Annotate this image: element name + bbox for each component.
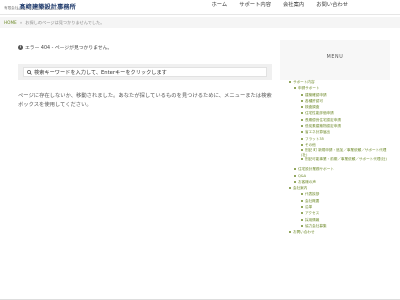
search-box: 検索キーワードを入力して、Enterキーをクリックします [18, 64, 272, 80]
bullet-icon [289, 81, 291, 83]
bullet-icon [301, 149, 303, 152]
bullet-icon [301, 106, 303, 109]
site-header: 有限会社 髙﨑建築設計事務所 Takasaki Architecture & A… [0, 0, 400, 15]
bullet-icon [301, 137, 303, 140]
bullet-icon [301, 158, 303, 161]
sidebar-menu: サポート内容申請サポート 建築確認申請 各種許認可検査調査 住宅性能評価申請 長期優良住… [280, 79, 392, 236]
bullet-icon [301, 193, 303, 196]
sidebar-item-label: 建築確認申請 [305, 92, 327, 97]
bullet-icon [294, 87, 296, 90]
sidebar-item-label: 申請サポート [298, 86, 320, 91]
sidebar-item-label: 会社案内 [293, 186, 308, 191]
sidebar-item-label: 検査調査 [305, 105, 320, 110]
sidebar-item-label: その他 [305, 142, 316, 147]
sidebar-item-label: 各種許認可 [305, 98, 323, 103]
sidebar-item-label: お客様の声 [298, 179, 316, 184]
bullet-icon [294, 180, 296, 183]
sidebar-item-label: 協力会社募集 [305, 223, 327, 228]
info-icon: ! [18, 45, 23, 50]
bullet-icon [301, 93, 303, 96]
bullet-icon [301, 212, 303, 215]
bullet-icon [301, 206, 303, 209]
breadcrumb-home-link[interactable]: HOME [4, 20, 17, 26]
breadcrumb-separator: » [19, 20, 23, 25]
sidebar-item-label: サポート内容 [293, 80, 315, 84]
sidebar-item-label: 会社概要 [305, 198, 320, 203]
sidebar-item-label: 代表挨拶 [305, 192, 320, 197]
nav-company[interactable]: 会社案内 [283, 1, 304, 9]
nav-home[interactable]: ホーム [211, 1, 227, 9]
sidebar-item-label: 採用情報 [305, 217, 320, 222]
sidebar-item-label: 別記可能事業・前期／事業依頼／サポート代理(社) [305, 157, 387, 162]
search-icon [27, 69, 32, 75]
bullet-icon [289, 231, 291, 234]
sidebar-item[interactable]: 別記 町 新規申請・追加／事業依頼／サポート代理(社) [280, 148, 392, 157]
sidebar-item-label: 沿革 [305, 205, 313, 210]
not-found-message: ページに存在しないか、移動されました。あなたが探しているものを見つけるために、メ… [18, 93, 272, 108]
nav-support[interactable]: サポート内容 [239, 1, 271, 9]
main-nav: ホーム サポート内容 会社案内 お問い合わせ [211, 1, 348, 9]
bullet-icon [301, 99, 303, 102]
sidebar-item-label: 別記 町 新規申請・追加／事業依頼／サポート代理(社) [301, 148, 387, 157]
sidebar-item[interactable]: お問い合わせ [280, 229, 392, 235]
sidebar-title: MENU [326, 55, 344, 60]
bullet-icon [301, 143, 303, 146]
sidebar-item-label: 住宅設計業務サポート [298, 167, 334, 172]
bullet-icon [301, 125, 303, 128]
sidebar-header: MENU [280, 40, 390, 80]
sidebar-item-label: 長期優良住宅認定申請 [305, 117, 341, 122]
breadcrumb-current: お探しのページは見つかりませんでした。 [25, 20, 105, 25]
sidebar-item-label: アクセス [305, 211, 320, 216]
error-text: エラー 404 - ページが見つかりません。 [25, 46, 113, 51]
sidebar-item-label: 低炭素建築物認定申請 [305, 124, 341, 129]
logo-subtitle: Takasaki Architecture & Associates [17, 8, 63, 11]
sidebar-item-label: 省エネ計算届出 [305, 130, 331, 135]
bullet-icon [301, 218, 303, 221]
nav-contact[interactable]: お問い合わせ [316, 1, 348, 9]
sidebar-item-label: お問い合わせ [293, 230, 315, 235]
sidebar-item-label: 住宅性能評価申請 [305, 111, 334, 116]
bullet-icon [301, 118, 303, 121]
bullet-icon [294, 168, 296, 171]
search-placeholder: 検索キーワードを入力して、Enterキーをクリックします [34, 69, 167, 76]
breadcrumb: HOME » お探しのページは見つかりませんでした。 [0, 17, 400, 28]
error-message: ! エラー 404 - ページが見つかりません。 [18, 44, 112, 51]
bullet-icon [301, 112, 303, 115]
bullet-icon [301, 131, 303, 134]
bullet-icon [301, 224, 303, 227]
bullet-icon [289, 187, 291, 190]
sidebar-item-label: Q&A [298, 173, 307, 178]
bullet-icon [294, 174, 296, 177]
bullet-icon [301, 199, 303, 202]
sidebar-item-label: フラット35 [305, 136, 324, 141]
sidebar-item[interactable]: 別記可能事業・前期／事業依頼／サポート代理(社) [280, 157, 392, 166]
search-input[interactable]: 検索キーワードを入力して、Enterキーをクリックします [23, 67, 267, 77]
